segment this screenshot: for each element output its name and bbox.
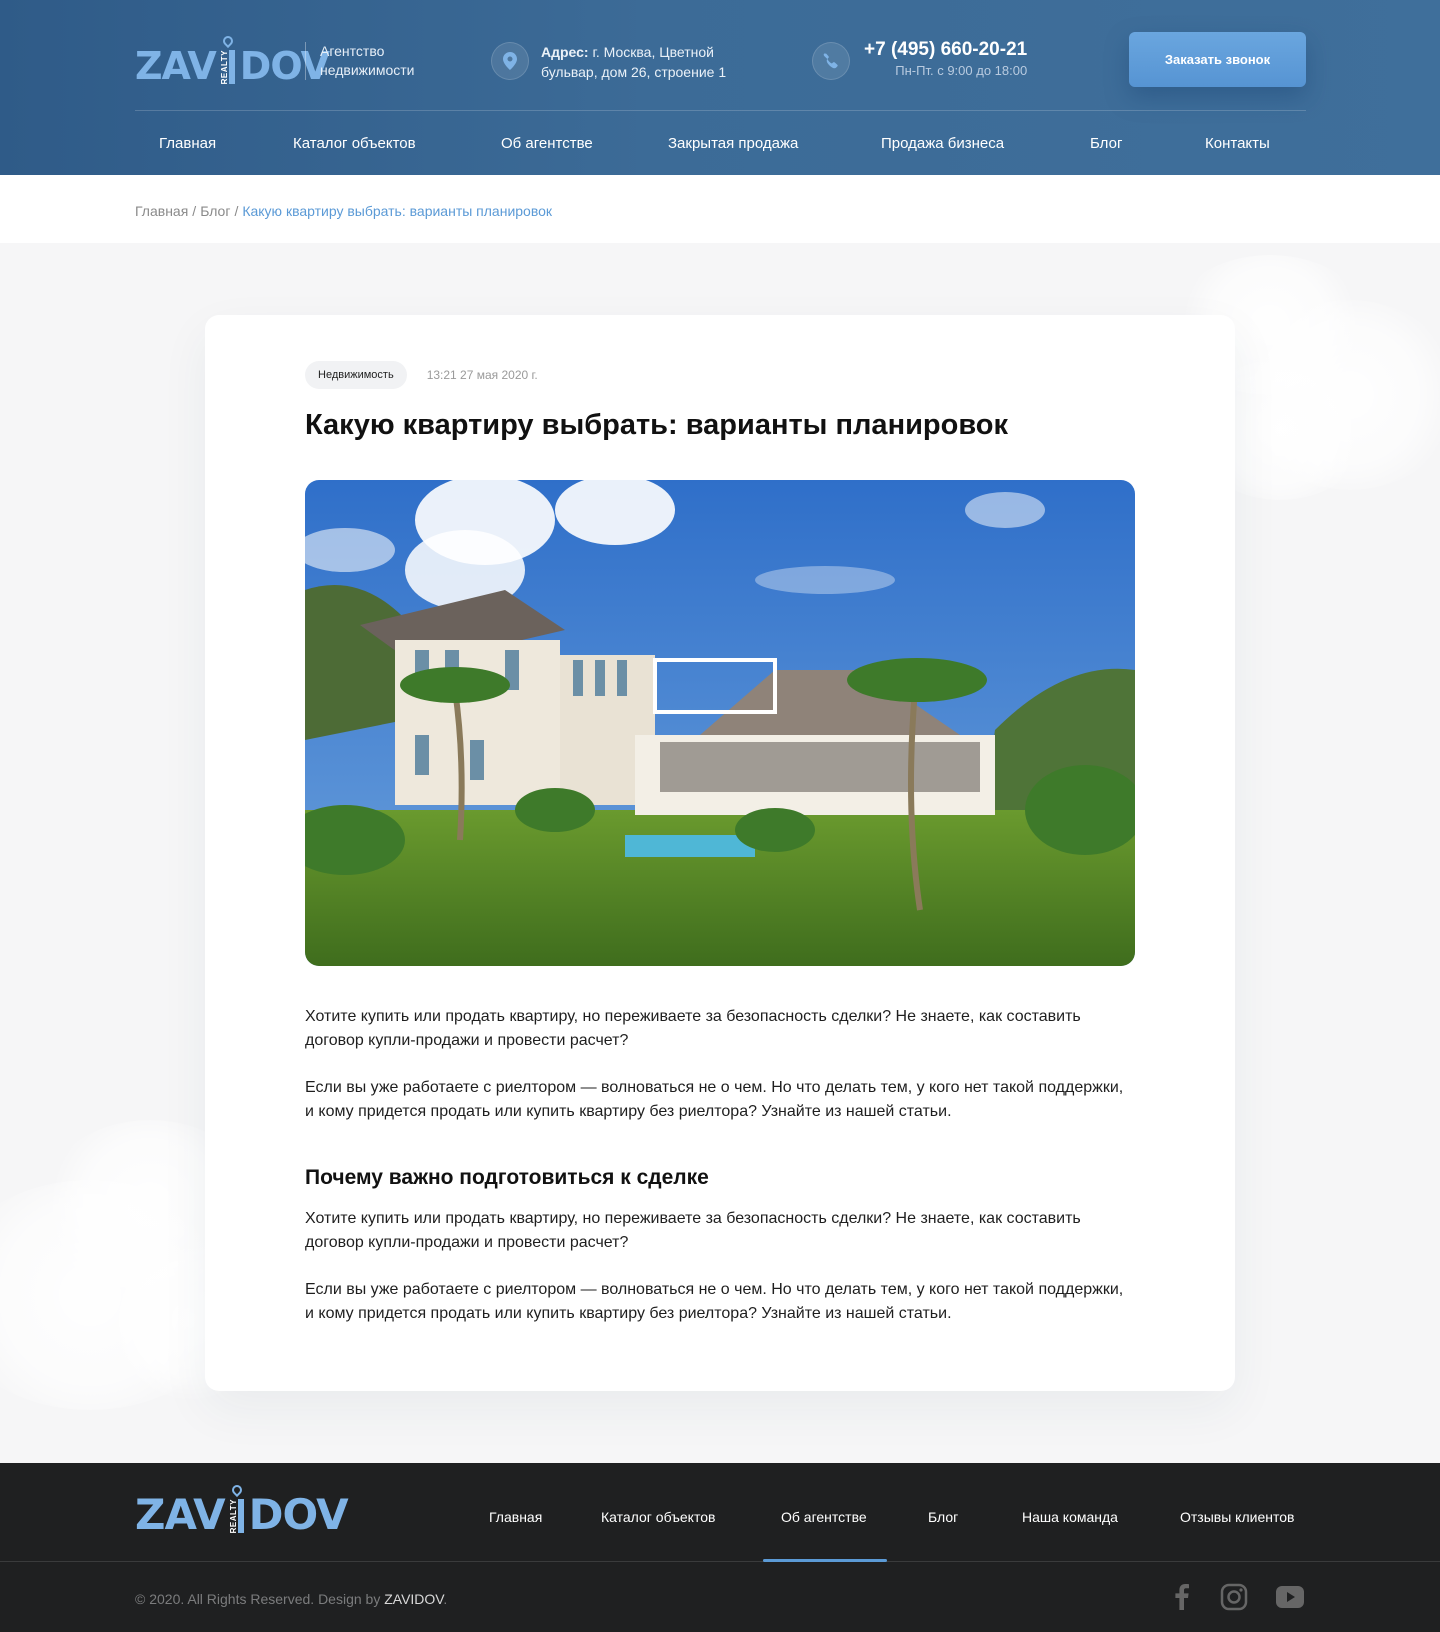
nav-item-business-sale[interactable]: Продажа бизнеса: [881, 135, 1004, 152]
breadcrumb-separator: /: [234, 203, 239, 219]
article-photo: [305, 480, 1135, 966]
phone-icon: [812, 42, 850, 80]
article-paragraph: Хотите купить или продать квартиру, но п…: [305, 1008, 1081, 1049]
article-paragraph: Хотите купить или продать квартиру, но п…: [305, 1210, 1081, 1251]
footer-logo[interactable]: ZAV REALTY DOV: [135, 1481, 349, 1539]
article-meta: Недвижимость 13:21 27 мая 2020 г.: [305, 361, 538, 389]
copyright-text: © 2020. All Rights Reserved. Design by: [135, 1591, 385, 1607]
copyright-brand[interactable]: ZAVIDOV: [384, 1591, 443, 1607]
breadcrumb-home[interactable]: Главная: [135, 203, 188, 219]
logo-i-bar: [228, 50, 235, 84]
category-tag[interactable]: Недвижимость: [305, 361, 407, 389]
logo-pin-icon: [229, 1482, 244, 1498]
header-top: ZAV REALTY DOV Агентство недвижимости Ад…: [135, 28, 1306, 110]
logo-i-bar: [237, 1499, 244, 1533]
copyright-end: .: [443, 1591, 448, 1607]
house-photo-illustration: [305, 480, 1135, 966]
breadcrumb-blog[interactable]: Блог: [200, 203, 230, 219]
logo-text-right: DOV: [248, 1490, 349, 1539]
instagram-icon[interactable]: [1220, 1583, 1248, 1611]
footer-divider: [0, 1561, 1440, 1562]
location-pin-icon: [491, 42, 529, 80]
copyright: © 2020. All Rights Reserved. Design by Z…: [135, 1591, 447, 1607]
site-footer: ZAV REALTY DOV Главная Каталог объектов …: [0, 1463, 1440, 1632]
work-hours: Пн-Пт. с 9:00 до 18:00: [895, 63, 1028, 78]
article-subheading: Почему важно подготовиться к сделке: [305, 1166, 709, 1189]
article-card: Недвижимость 13:21 27 мая 2020 г. Какую …: [205, 315, 1235, 1391]
article-title: Какую квартиру выбрать: варианты планиро…: [305, 409, 1009, 441]
footer-nav-about[interactable]: Об агентстве: [781, 1509, 867, 1525]
logo-realty-text: REALTY: [219, 49, 229, 84]
article-paragraph: Если вы уже работаете с риелтором — волн…: [305, 1079, 1124, 1120]
order-call-button[interactable]: Заказать звонок: [1129, 32, 1306, 87]
nav-item-catalog[interactable]: Каталог объектов: [293, 135, 416, 152]
logo-realty-mark: REALTY: [217, 33, 239, 86]
phone-block: +7 (495) 660-20-21 Пн-Пт. с 9:00 до 18:0…: [864, 38, 1027, 80]
logo-text-left: ZAV: [135, 44, 217, 88]
nav-item-contacts[interactable]: Контакты: [1205, 135, 1270, 152]
logo-text-left: ZAV: [135, 1490, 226, 1539]
address-label: Адрес:: [541, 44, 589, 60]
breadcrumb-current: Какую квартиру выбрать: варианты планиро…: [242, 203, 553, 219]
nav-item-about[interactable]: Об агентстве: [501, 135, 593, 152]
footer-nav-blog[interactable]: Блог: [928, 1509, 958, 1525]
logo-realty-mark: REALTY: [226, 1482, 248, 1535]
article-paragraph: Если вы уже работаете с риелтором — волн…: [305, 1281, 1124, 1322]
footer-nav-reviews[interactable]: Отзывы клиентов: [1180, 1509, 1294, 1525]
breadcrumb-separator: /: [192, 203, 197, 219]
footer-nav-catalog[interactable]: Каталог объектов: [601, 1509, 715, 1525]
phone-number[interactable]: +7 (495) 660-20-21: [864, 38, 1027, 62]
facebook-icon[interactable]: [1168, 1583, 1196, 1611]
nav-item-closed-sale[interactable]: Закрытая продажа: [668, 135, 798, 152]
footer-nav-home[interactable]: Главная: [489, 1509, 542, 1525]
breadcrumb: Главная / Блог / Какую квартиру выбрать: вар…: [135, 203, 552, 219]
breadcrumb-bar: Главная / Блог / Какую квартиру выбрать: вар…: [0, 175, 1440, 243]
logo[interactable]: ZAV REALTY DOV: [135, 33, 330, 88]
active-nav-indicator: [763, 1559, 887, 1562]
site-header: ZAV REALTY DOV Агентство недвижимости Ад…: [0, 0, 1440, 175]
logo-pin-icon: [220, 33, 235, 49]
nav-item-blog[interactable]: Блог: [1090, 135, 1122, 152]
footer-nav-team[interactable]: Наша команда: [1022, 1509, 1118, 1525]
publish-date: 13:21 27 мая 2020 г.: [426, 368, 538, 382]
logo-realty-text: REALTY: [228, 1498, 238, 1533]
youtube-icon[interactable]: [1276, 1583, 1304, 1611]
address-text: Адрес: г. Москва, Цветной бульвар, дом 2…: [541, 42, 751, 82]
main-nav: Главная Каталог объектов Об агентстве За…: [135, 111, 1306, 175]
tagline: Агентство недвижимости: [305, 42, 455, 80]
nav-item-home[interactable]: Главная: [159, 135, 216, 152]
